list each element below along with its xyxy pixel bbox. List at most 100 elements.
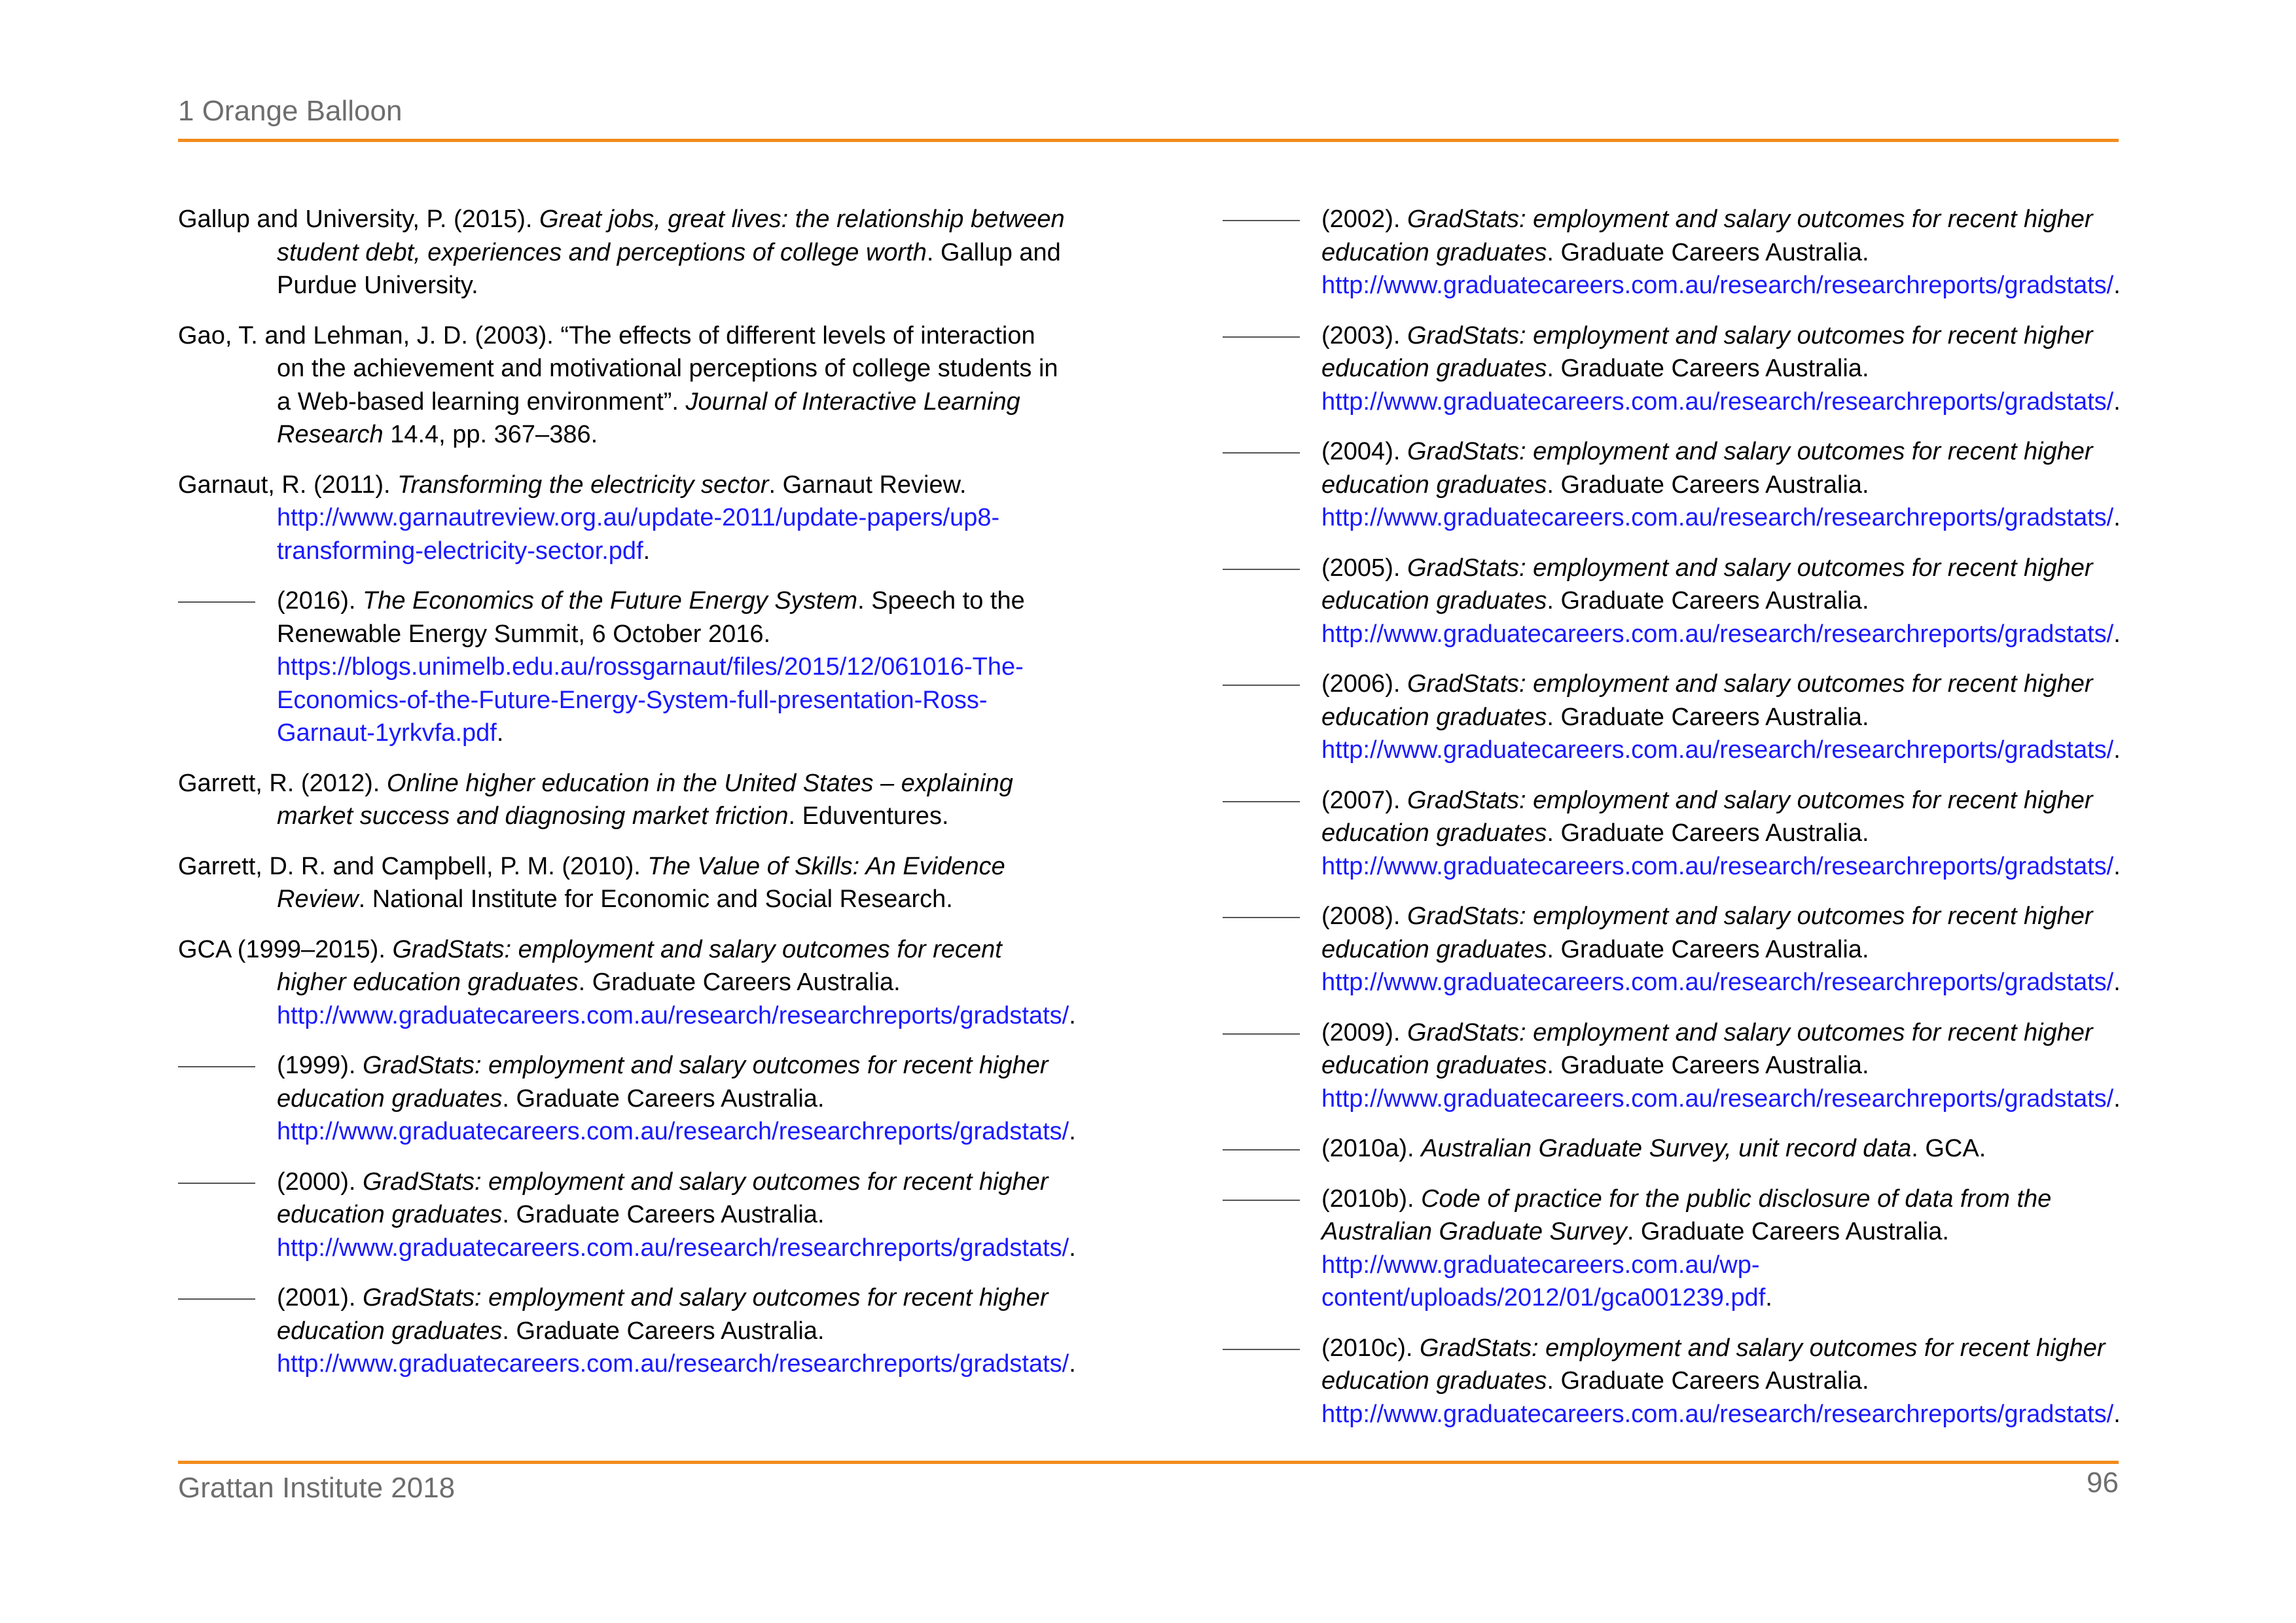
reference-publisher: . Graduate Careers Australia.: [1547, 238, 1869, 266]
repeat-author-dash: [178, 1182, 255, 1184]
reference-publisher: . Graduate Careers Australia.: [1547, 355, 1869, 382]
repeat-author-dash: [1223, 452, 1300, 454]
reference-end: .: [2113, 852, 2121, 880]
reference-lead: Garrett, D. R. and Campbell, P. M. (2010…: [178, 852, 648, 880]
reference-publisher: . Garnaut Review.: [768, 471, 967, 499]
reference-entry: Garrett, R. (2012). Online higher educat…: [178, 767, 1068, 833]
repeat-author-dash: [178, 601, 255, 603]
reference-lead: (2010a).: [1321, 1135, 1422, 1162]
footer-rule: [178, 1461, 2119, 1464]
reference-lead: Gallup and University, P. (2015).: [178, 205, 539, 233]
reference-link[interactable]: http://www.graduatecareers.com.au/resear…: [1321, 504, 2113, 531]
reference-end: .: [2113, 387, 2121, 416]
reference-entry: Garnaut, R. (2011). Transforming the ele…: [178, 469, 1068, 568]
references-right-column: (2002). GradStats: employment and salary…: [1223, 203, 2126, 1448]
page-number: 96: [2087, 1467, 2119, 1499]
reference-publisher: . Graduate Careers Australia.: [1626, 1218, 1949, 1245]
reference-link[interactable]: http://www.graduatecareers.com.au/resear…: [1321, 1400, 2113, 1428]
footer-publisher: Grattan Institute 2018: [178, 1472, 456, 1504]
repeat-author-dash: [1223, 917, 1300, 918]
reference-entry: (2008). GradStats: employment and salary…: [1223, 900, 2126, 999]
reference-lead: (2009).: [1321, 1018, 1407, 1046]
reference-end: .: [2113, 1084, 2121, 1113]
reference-entry: (2010a). Australian Graduate Survey, uni…: [1223, 1132, 2126, 1166]
reference-end: .: [1069, 1350, 1076, 1378]
reference-link[interactable]: http://www.graduatecareers.com.au/resear…: [1321, 736, 2113, 764]
reference-lead: GCA (1999–2015).: [178, 935, 393, 963]
reference-entry: (2010b). Code of practice for the public…: [1223, 1183, 2126, 1315]
reference-entry: (2000). GradStats: employment and salary…: [178, 1166, 1076, 1265]
reference-lead: (2010b).: [1321, 1185, 1422, 1213]
repeat-author-dash: [178, 1298, 255, 1300]
reference-link[interactable]: https://blogs.unimelb.edu.au/rossgarnaut…: [277, 653, 1024, 747]
reference-publisher: . Graduate Careers Australia.: [1547, 1367, 1869, 1395]
reference-publisher: . Graduate Careers Australia.: [578, 969, 901, 996]
reference-entry: (2002). GradStats: employment and salary…: [1223, 203, 2126, 302]
reference-link[interactable]: http://www.graduatecareers.com.au/resear…: [1321, 272, 2113, 299]
reference-link[interactable]: http://www.graduatecareers.com.au/resear…: [277, 1118, 1069, 1145]
repeat-author-dash: [1223, 800, 1300, 802]
reference-end: .: [496, 719, 504, 747]
reference-end: .: [2113, 736, 2121, 764]
repeat-author-dash: [1223, 220, 1300, 221]
repeat-author-dash: [1223, 568, 1300, 570]
reference-end: .: [2113, 504, 2121, 531]
reference-lead: (2007).: [1321, 786, 1407, 814]
reference-title: Transforming the electricity sector: [397, 471, 769, 499]
reference-publisher: . GCA.: [1911, 1135, 1986, 1162]
reference-lead: (2006).: [1321, 670, 1407, 698]
reference-lead: (2005).: [1321, 554, 1407, 582]
reference-publisher: . Graduate Careers Australia.: [1547, 471, 1869, 499]
reference-end: .: [2113, 620, 2121, 648]
reference-lead: (2000).: [277, 1168, 363, 1196]
reference-publisher: 14.4, pp. 367–386.: [383, 421, 598, 448]
reference-lead: (1999).: [277, 1052, 363, 1079]
reference-link[interactable]: http://www.graduatecareers.com.au/resear…: [1321, 620, 2113, 648]
reference-link[interactable]: http://www.graduatecareers.com.au/resear…: [277, 1350, 1069, 1378]
repeat-author-dash: [178, 1066, 255, 1067]
reference-publisher: . Graduate Careers Australia.: [1547, 703, 1869, 731]
reference-entry: (2009). GradStats: employment and salary…: [1223, 1016, 2126, 1116]
reference-lead: (2003).: [1321, 321, 1407, 349]
reference-link[interactable]: http://www.graduatecareers.com.au/resear…: [1321, 969, 2113, 996]
header-rule: [178, 139, 2119, 142]
reference-lead: (2016).: [277, 587, 363, 615]
reference-entry: Gallup and University, P. (2015). Great …: [178, 203, 1068, 302]
reference-link[interactable]: http://www.graduatecareers.com.au/resear…: [1321, 1085, 2113, 1113]
reference-end: .: [2113, 969, 2121, 996]
reference-entry: (2010c). GradStats: employment and salar…: [1223, 1332, 2126, 1431]
reference-end: .: [1765, 1284, 1772, 1311]
reference-link[interactable]: http://www.garnautreview.org.au/update-2…: [277, 504, 999, 565]
reference-publisher: . Graduate Careers Australia.: [502, 1201, 825, 1228]
reference-entry: Garrett, D. R. and Campbell, P. M. (2010…: [178, 850, 1068, 916]
reference-link[interactable]: http://www.graduatecareers.com.au/resear…: [277, 1234, 1069, 1262]
repeat-author-dash: [1223, 1199, 1300, 1201]
reference-publisher: . Graduate Careers Australia.: [1547, 819, 1869, 847]
reference-entry: (2006). GradStats: employment and salary…: [1223, 668, 2126, 767]
reference-link[interactable]: http://www.graduatecareers.com.au/resear…: [1321, 388, 2113, 416]
reference-publisher: . Graduate Careers Australia.: [1547, 587, 1869, 615]
reference-end: .: [1069, 1234, 1076, 1262]
reference-link[interactable]: http://www.graduatecareers.com.au/wp-con…: [1321, 1251, 1765, 1312]
running-header: 1 Orange Balloon: [178, 95, 403, 127]
reference-end: .: [2113, 272, 2121, 299]
reference-lead: (2002).: [1321, 205, 1407, 233]
reference-publisher: . Graduate Careers Australia.: [1547, 1052, 1869, 1079]
reference-lead: (2001).: [277, 1284, 363, 1311]
reference-entry: (2005). GradStats: employment and salary…: [1223, 552, 2126, 651]
reference-title: Australian Graduate Survey, unit record …: [1421, 1135, 1912, 1162]
reference-entry: (2016). The Economics of the Future Ener…: [178, 584, 1068, 750]
reference-entry: Gao, T. and Lehman, J. D. (2003). “The e…: [178, 319, 1068, 452]
reference-lead: Garrett, R. (2012).: [178, 769, 387, 797]
reference-end: .: [643, 537, 651, 565]
repeat-author-dash: [1223, 1033, 1300, 1035]
reference-lead: Garnaut, R. (2011).: [178, 471, 398, 499]
reference-publisher: . Graduate Careers Australia.: [502, 1317, 825, 1345]
reference-entry: GCA (1999–2015). GradStats: employment a…: [178, 933, 1076, 1033]
references-left-column: Gallup and University, P. (2015). Great …: [178, 203, 1076, 1398]
reference-link[interactable]: http://www.graduatecareers.com.au/resear…: [277, 1002, 1069, 1029]
reference-end: .: [2113, 1400, 2121, 1428]
reference-title: The Economics of the Future Energy Syste…: [362, 587, 858, 615]
reference-link[interactable]: http://www.graduatecareers.com.au/resear…: [1321, 853, 2113, 880]
reference-publisher: . Graduate Careers Australia.: [502, 1084, 825, 1113]
